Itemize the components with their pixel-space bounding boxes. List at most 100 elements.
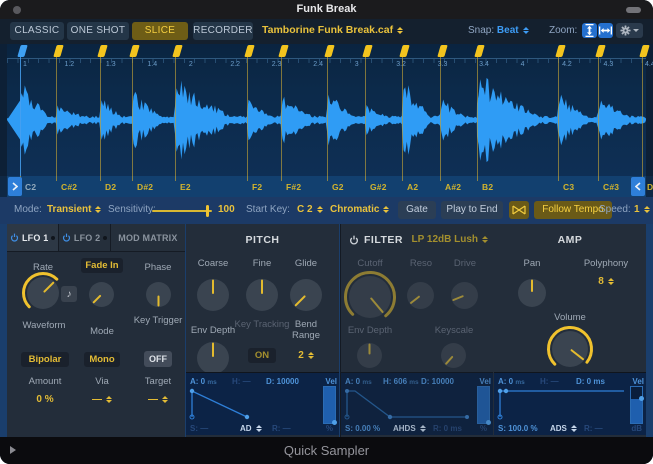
filter-envelope-display[interactable]: A: 0 ms H: 606 ms D: 10000 Vel S: 0.00 %… — [341, 372, 493, 435]
action-menu-button[interactable] — [616, 23, 643, 38]
filter-type-select[interactable]: LP 12dB Lush — [412, 234, 489, 245]
amp-env-mode-select[interactable]: ADS — [550, 424, 577, 433]
slice-key-label[interactable]: C2 — [25, 182, 36, 192]
rate-knob[interactable] — [26, 276, 60, 310]
speed-select[interactable]: 1 — [634, 204, 650, 215]
slice-key-label[interactable]: B2 — [482, 182, 493, 192]
amp-envelope-display[interactable]: A: 0 ms H: — D: 0 ms Vel S: 100.0 % ADS … — [494, 372, 646, 435]
tab-recorder[interactable]: RECORDER — [193, 22, 253, 40]
slice-key-label[interactable]: D2 — [105, 182, 116, 192]
amount-value[interactable]: 0 % — [17, 394, 73, 405]
slice-marker-flag[interactable] — [555, 45, 565, 57]
horizontal-zoom-button[interactable] — [598, 23, 613, 38]
slice-marker-flag[interactable] — [97, 45, 107, 57]
glide-knob[interactable] — [289, 278, 323, 312]
slice-key-label[interactable]: A2 — [407, 182, 418, 192]
slice-marker-flag[interactable] — [244, 45, 254, 57]
filter-env-curve[interactable] — [343, 386, 475, 422]
slice-key-label[interactable]: D3 — [647, 182, 653, 192]
slice-marker-line[interactable] — [598, 57, 599, 176]
fade-mode-select[interactable]: Fade In — [81, 258, 123, 273]
note-sync-button[interactable]: ♪ — [61, 286, 77, 302]
slice-marker-flag[interactable] — [362, 45, 372, 57]
slice-key-label[interactable]: D#2 — [137, 182, 153, 192]
target-select[interactable]: — — [131, 394, 185, 405]
slice-marker-line[interactable] — [558, 57, 559, 176]
coarse-knob[interactable] — [196, 278, 230, 312]
slice-key-label[interactable]: C#2 — [61, 182, 77, 192]
slice-marker-flag[interactable] — [17, 45, 27, 57]
slice-marker-line[interactable] — [402, 57, 403, 176]
slice-marker-flag[interactable] — [129, 45, 139, 57]
tab-slice[interactable]: SLICE — [132, 22, 188, 40]
cutoff-knob[interactable] — [348, 275, 392, 319]
slice-key-label[interactable]: C3 — [563, 182, 574, 192]
vertical-zoom-button[interactable] — [582, 23, 597, 38]
keyscale-knob[interactable] — [440, 342, 467, 369]
window-link-control[interactable] — [626, 7, 641, 13]
sensitivity-slider-handle[interactable] — [206, 205, 209, 217]
polarity-select[interactable]: Bipolar — [21, 352, 69, 367]
phase-knob[interactable] — [145, 281, 172, 308]
key-trigger-button[interactable]: OFF — [144, 351, 172, 367]
filter-env-mode-select[interactable]: AHDS — [393, 424, 426, 433]
lfo-mode-select[interactable]: Mono — [84, 352, 120, 367]
sensitivity-slider[interactable] — [152, 210, 212, 212]
slice-marker-flag[interactable] — [399, 45, 409, 57]
tab-one-shot[interactable]: ONE SHOT — [67, 22, 129, 40]
tab-lfo1[interactable]: LFO 1 — [7, 224, 59, 251]
slice-key-label[interactable]: F2 — [252, 182, 262, 192]
waveform-display[interactable]: 11.21.31.422.22.32.433.23.33.444.24.34.4 — [7, 44, 646, 176]
gate-button[interactable]: Gate — [398, 201, 436, 219]
slice-marker-line[interactable] — [642, 57, 643, 176]
tab-lfo2[interactable]: LFO 2 — [59, 224, 110, 251]
filter-env-depth-knob[interactable] — [356, 342, 383, 369]
pitch-envelope-display[interactable]: A: 0 ms H: — D: 10000 Vel S: — AD R: — % — [186, 372, 339, 435]
start-key-select[interactable]: C 2 — [297, 204, 323, 215]
slice-marker-flag[interactable] — [324, 45, 334, 57]
sample-file-selector[interactable]: Tamborine Funk Break.caf — [262, 24, 403, 36]
slice-key-label[interactable]: F#2 — [286, 182, 301, 192]
filter-power-icon[interactable] — [349, 235, 359, 245]
snap-control[interactable]: Snap: Beat — [468, 25, 529, 36]
slice-marker-line[interactable] — [175, 57, 176, 176]
slice-marker-line[interactable] — [247, 57, 248, 176]
via-select[interactable]: — — [75, 394, 129, 405]
key-tracking-button[interactable]: ON — [248, 348, 276, 363]
slice-key-label[interactable]: C#3 — [603, 182, 619, 192]
slice-marker-line[interactable] — [56, 57, 57, 176]
slice-marker-line[interactable] — [20, 57, 21, 176]
play-to-end-button[interactable]: Play to End — [441, 201, 503, 219]
pitch-env-vel-slider[interactable] — [323, 386, 336, 424]
slice-key-label[interactable]: G2 — [332, 182, 344, 192]
filter-env-vel-slider[interactable] — [477, 386, 490, 424]
slice-marker-flag[interactable] — [172, 45, 182, 57]
drive-knob[interactable] — [450, 281, 479, 310]
crossfade-button[interactable] — [509, 201, 529, 219]
pitch-env-curve[interactable] — [188, 386, 320, 422]
amp-env-vel-slider[interactable] — [630, 386, 643, 424]
slice-key-label[interactable]: G#2 — [370, 182, 387, 192]
fine-knob[interactable] — [245, 278, 279, 312]
tab-classic[interactable]: CLASSIC — [10, 22, 64, 40]
fade-in-knob[interactable] — [88, 281, 115, 308]
slice-marker-flag[interactable] — [53, 45, 63, 57]
slice-marker-flag[interactable] — [474, 45, 484, 57]
slice-marker-flag[interactable] — [639, 45, 649, 57]
slice-marker-line[interactable] — [440, 57, 441, 176]
bend-range-select[interactable]: 2 — [282, 350, 330, 361]
reso-knob[interactable] — [406, 281, 435, 310]
slice-key-label[interactable]: A#2 — [445, 182, 461, 192]
pan-knob[interactable] — [517, 278, 547, 308]
slice-marker-line[interactable] — [100, 57, 101, 176]
slice-marker-line[interactable] — [365, 57, 366, 176]
scroll-keys-right-button[interactable] — [8, 177, 22, 196]
pitch-env-mode-select[interactable]: AD — [240, 424, 262, 433]
slice-marker-flag[interactable] — [278, 45, 288, 57]
mapping-select[interactable]: Chromatic — [330, 204, 389, 215]
slice-marker-line[interactable] — [477, 57, 478, 176]
amp-env-curve[interactable] — [496, 386, 628, 422]
slice-marker-flag[interactable] — [437, 45, 447, 57]
slice-marker-line[interactable] — [327, 57, 328, 176]
mode-select[interactable]: Transient — [47, 204, 101, 215]
